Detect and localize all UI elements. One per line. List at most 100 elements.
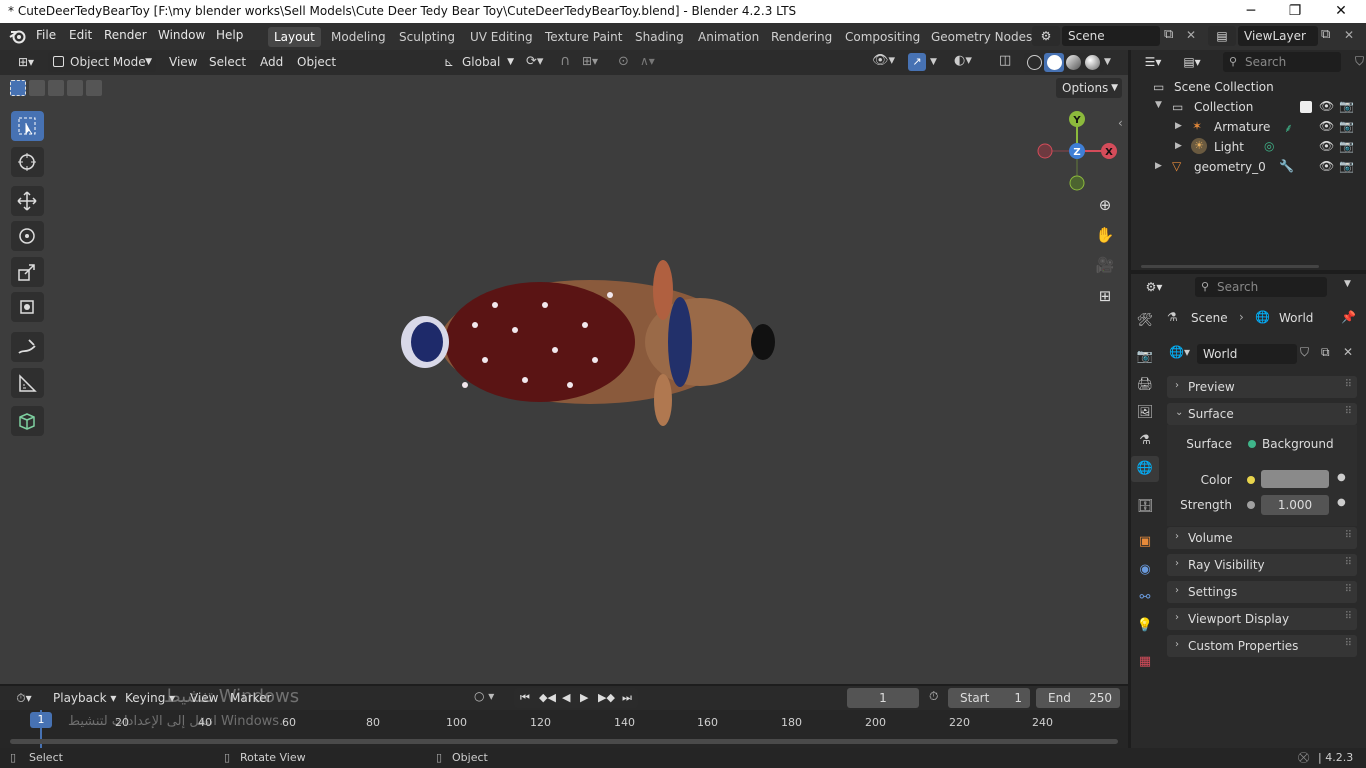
display-mode-icon[interactable]: ▤▾ <box>1175 52 1209 72</box>
collection-checkbox[interactable] <box>1300 101 1312 113</box>
tool-transform[interactable] <box>11 292 44 322</box>
geometry-render-icon[interactable]: 📷 <box>1339 159 1354 173</box>
panel-viewport-display-grip-icon[interactable]: ⠿ <box>1345 611 1352 622</box>
viewport-menu-object[interactable]: Object <box>297 55 336 69</box>
zoom-icon[interactable]: ⊕ <box>1092 192 1118 218</box>
options-dropdown[interactable]: Options ▼ <box>1056 78 1122 98</box>
tab-animation[interactable]: Animation <box>692 27 765 47</box>
color-keyframe-dot-icon[interactable]: ● <box>1337 472 1346 483</box>
frame-ruler[interactable]: 1 20 40 60 80 100 120 140 160 180 200 22… <box>0 710 1128 748</box>
panel-settings-grip-icon[interactable]: ⠿ <box>1345 584 1352 595</box>
wireframe-shading-icon[interactable] <box>1027 55 1042 70</box>
expand-armature-icon[interactable]: ▶ <box>1175 121 1182 131</box>
tool-select-box[interactable] <box>11 111 44 141</box>
panel-surface-grip-icon[interactable]: ⠿ <box>1345 406 1352 417</box>
delete-scene-icon[interactable]: ✕ <box>1186 28 1200 42</box>
playhead-frame[interactable]: 1 <box>30 712 52 728</box>
tab-rendering[interactable]: Rendering <box>765 27 838 47</box>
new-view-layer-icon[interactable]: ⧉ <box>1321 27 1339 45</box>
outliner-row-collection[interactable]: ▼ ▭ Collection 👁 📷 <box>1131 98 1366 118</box>
world-name-field[interactable]: World <box>1197 344 1297 364</box>
collapse-sidebar-icon[interactable]: ‹ <box>1118 116 1123 130</box>
close-window-button[interactable]: ✕ <box>1318 0 1364 23</box>
outliner-row-scene-collection[interactable]: ▭ Scene Collection <box>1131 78 1366 98</box>
panel-preview-grip-icon[interactable]: ⠿ <box>1345 379 1352 390</box>
expand-collection-icon[interactable]: ▼ <box>1155 100 1162 110</box>
snap-icon[interactable]: ∩ <box>560 53 580 71</box>
gizmo-toggle-icon[interactable]: ↗ <box>908 53 926 71</box>
tool-annotate[interactable] <box>11 332 44 362</box>
timeline-editor-icon[interactable]: ⏱▾ <box>8 688 40 708</box>
view-layer-field[interactable]: ViewLayer <box>1238 26 1318 46</box>
timeline-scrollbar[interactable] <box>10 739 1118 744</box>
collection-visibility-icon[interactable]: 👁 <box>1319 99 1334 113</box>
tab-compositing[interactable]: Compositing <box>839 27 926 47</box>
object-tab-icon[interactable]: ▣ <box>1131 529 1159 555</box>
properties-search[interactable]: Search <box>1195 277 1327 297</box>
view-layer-tab-icon[interactable]: 🖼 <box>1131 400 1159 426</box>
deer-bear-model[interactable] <box>395 250 785 435</box>
surface-shader-button[interactable]: Background <box>1242 434 1334 454</box>
outliner-row-geometry[interactable]: ▶ ▽ geometry_0 🔧 👁 📷 <box>1131 158 1366 178</box>
armature-visibility-icon[interactable]: 👁 <box>1319 119 1334 133</box>
outliner-row-armature[interactable]: ▶ ✶ Armature ⸙ 👁 📷 <box>1131 118 1366 138</box>
start-frame-field[interactable]: Start 1 <box>948 688 1030 708</box>
pin-icon[interactable]: 📌 <box>1341 310 1356 324</box>
view-layer-icon[interactable]: ▤ <box>1208 26 1236 46</box>
filter-icon[interactable]: ⛉ <box>1355 54 1364 69</box>
menu-render[interactable]: Render <box>104 28 147 42</box>
collection-tab-icon[interactable]: 🗄 <box>1131 494 1159 520</box>
scene-name-field[interactable]: Scene <box>1062 26 1160 46</box>
geometry-visibility-icon[interactable]: 👁 <box>1319 159 1334 173</box>
panel-viewport-display[interactable]: › Viewport Display ⠿ <box>1167 608 1357 630</box>
blender-logo-icon[interactable] <box>9 29 26 44</box>
snap-target-icon[interactable]: ⊞▾ <box>582 54 610 72</box>
visibility-icon[interactable]: 👁▾ <box>872 53 898 71</box>
panel-settings[interactable]: › Settings ⠿ <box>1167 581 1357 603</box>
strength-keyframe-dot-icon[interactable]: ● <box>1337 497 1346 508</box>
tab-layout[interactable]: Layout <box>268 27 321 47</box>
tab-uv-editing[interactable]: UV Editing <box>464 27 539 47</box>
pan-hand-icon[interactable]: ✋ <box>1092 222 1118 248</box>
select-intersect-icon[interactable] <box>86 80 102 96</box>
panel-ray-visibility-grip-icon[interactable]: ⠿ <box>1345 557 1352 568</box>
texture-tab-icon[interactable]: ▦ <box>1131 649 1159 675</box>
outliner-row-light[interactable]: ▶ ☀ Light ◎ 👁 📷 <box>1131 138 1366 158</box>
auto-keying-icon[interactable]: ○ ▾ <box>474 689 494 703</box>
armature-render-icon[interactable]: 📷 <box>1339 119 1354 133</box>
light-render-icon[interactable]: 📷 <box>1339 139 1354 153</box>
jump-start-icon[interactable]: ⏮ <box>520 688 530 708</box>
color-swatch[interactable] <box>1261 470 1329 488</box>
pivot-point-icon[interactable]: ⟳▾ <box>526 54 552 72</box>
maximize-button[interactable]: ❐ <box>1272 0 1318 23</box>
navigation-gizmo[interactable]: Y X Z <box>1032 108 1122 196</box>
menu-edit[interactable]: Edit <box>69 28 92 42</box>
properties-options-icon[interactable]: ▼ <box>1344 279 1351 289</box>
viewport-menu-view[interactable]: View <box>169 55 197 69</box>
proportional-editing-icon[interactable]: ⊙ <box>618 54 636 72</box>
panel-volume[interactable]: › Volume ⠿ <box>1167 527 1357 549</box>
rendered-shading-icon[interactable] <box>1085 55 1100 70</box>
scene-type-icon[interactable]: ⚙ <box>1032 26 1060 46</box>
outliner-editor-icon[interactable]: ☰▾ <box>1137 52 1169 72</box>
light-visibility-icon[interactable]: 👁 <box>1319 139 1334 153</box>
panel-ray-visibility[interactable]: › Ray Visibility ⠿ <box>1167 554 1357 576</box>
tool-measure[interactable] <box>11 368 44 398</box>
tool-rotate[interactable] <box>11 221 44 251</box>
object-mode-dropdown[interactable]: Object Mode ▼ <box>48 52 156 72</box>
xray-icon[interactable]: ◫ <box>999 53 1017 71</box>
proportional-falloff-icon[interactable]: ∧▾ <box>640 54 666 72</box>
menu-window[interactable]: Window <box>158 28 205 42</box>
collection-render-icon[interactable]: 📷 <box>1339 99 1354 113</box>
transform-orientation-dropdown[interactable]: Global ▼ ⊾ <box>440 52 516 72</box>
tool-tab-icon[interactable]: 🛠 <box>1131 308 1159 334</box>
select-new-icon[interactable] <box>10 80 26 96</box>
output-tab-icon[interactable]: 🖨 <box>1131 372 1159 398</box>
fake-user-shield-icon[interactable]: ⛉ <box>1300 345 1309 360</box>
tab-modeling[interactable]: Modeling <box>325 27 392 47</box>
preview-range-clock-icon[interactable]: ⏱ <box>929 689 938 704</box>
tab-texture-paint[interactable]: Texture Paint <box>539 27 628 47</box>
world-browse-icon[interactable]: 🌐▾ <box>1169 345 1190 359</box>
end-frame-field[interactable]: End 250 <box>1036 688 1120 708</box>
render-tab-icon[interactable]: 📷 <box>1131 344 1159 370</box>
